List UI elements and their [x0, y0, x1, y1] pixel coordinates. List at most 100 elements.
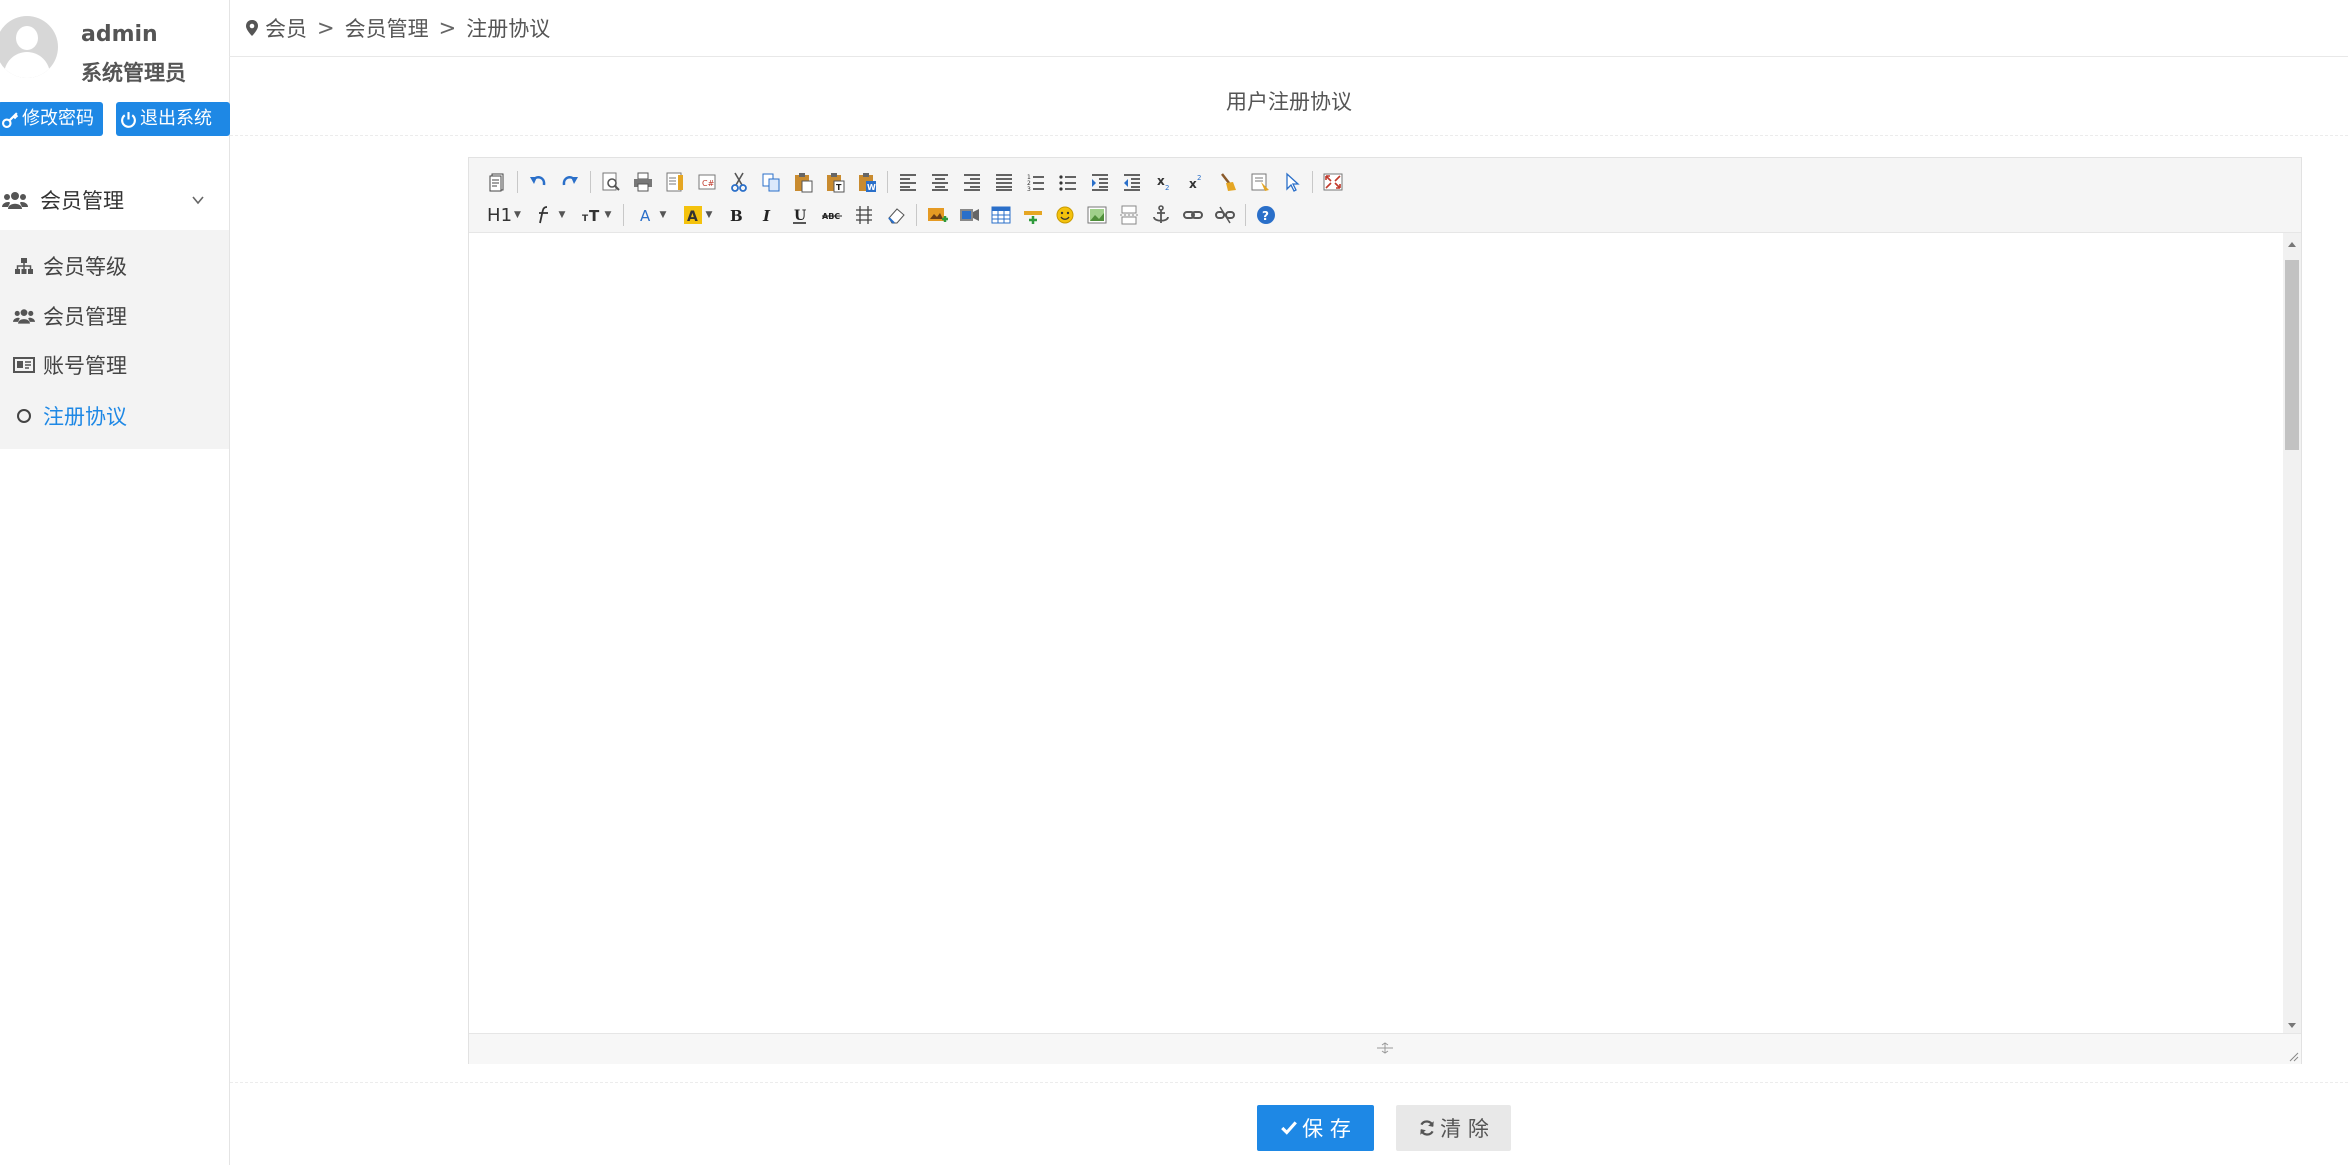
map-marker-icon: [246, 20, 258, 36]
divider: [230, 1082, 2348, 1083]
breadcrumb-item[interactable]: 会员: [265, 13, 307, 43]
paste-word-icon[interactable]: W: [851, 168, 883, 196]
svg-text:?: ?: [1262, 209, 1269, 223]
breadcrumb-separator: >: [317, 16, 335, 40]
unordered-list-icon[interactable]: [1052, 168, 1084, 196]
divider: [230, 135, 2348, 136]
submenu: 会员等级 会员管理 账号管理 注册协议: [0, 230, 229, 449]
caret-down-icon: ▼: [604, 210, 612, 220]
toolbar-separator: [1245, 204, 1246, 226]
fullscreen-icon[interactable]: [1317, 168, 1349, 196]
toolbar-separator: [517, 171, 518, 193]
insert-image-icon[interactable]: [921, 201, 953, 229]
superscript-icon[interactable]: x2: [1180, 168, 1212, 196]
link-icon[interactable]: [1177, 201, 1209, 229]
horizontal-rule-icon[interactable]: [1017, 201, 1049, 229]
print-icon[interactable]: [627, 168, 659, 196]
logout-button[interactable]: 退出系统: [116, 102, 230, 136]
menu-group-member-management[interactable]: 会员管理: [0, 172, 229, 228]
italic-icon[interactable]: I: [752, 201, 784, 229]
svg-text:x: x: [1157, 174, 1165, 188]
font-family-icon[interactable]: ▼: [527, 201, 573, 229]
resize-corner-icon[interactable]: [2287, 1050, 2299, 1062]
code-icon[interactable]: C#: [691, 168, 723, 196]
cut-icon[interactable]: [723, 168, 755, 196]
key-icon: [2, 111, 19, 128]
strikethrough-icon[interactable]: ABC: [816, 201, 848, 229]
svg-text:A: A: [640, 207, 651, 225]
sidebar-item-label: 账号管理: [43, 354, 127, 378]
emoticon-icon[interactable]: [1049, 201, 1081, 229]
power-icon: [121, 111, 136, 128]
breadcrumb-separator: >: [438, 16, 457, 40]
heading-dropdown[interactable]: H1 ▼: [481, 201, 527, 229]
toolbar-separator: [916, 204, 917, 226]
line-height-icon[interactable]: [848, 201, 880, 229]
users-icon: [2, 192, 28, 209]
avatar: [0, 16, 58, 78]
font-color-icon[interactable]: A ▼: [628, 201, 674, 229]
sitemap-icon: [13, 256, 35, 276]
scroll-down-icon[interactable]: [2287, 1020, 2297, 1030]
sidebar-item-account-management[interactable]: 账号管理: [0, 345, 229, 385]
eraser-icon[interactable]: [880, 201, 912, 229]
template-icon[interactable]: [659, 168, 691, 196]
breadcrumb-item[interactable]: 会员管理: [345, 13, 429, 43]
unlink-icon[interactable]: [1209, 201, 1241, 229]
select-all-icon[interactable]: [1244, 168, 1276, 196]
caret-down-icon: ▼: [705, 210, 713, 220]
svg-text:B: B: [730, 207, 743, 225]
help-icon[interactable]: ?: [1250, 201, 1282, 229]
sidebar-item-member-level[interactable]: 会员等级: [0, 246, 229, 286]
save-button[interactable]: 保 存: [1257, 1105, 1374, 1151]
redo-icon[interactable]: [554, 168, 586, 196]
sidebar: admin 系统管理员 修改密码 退出系统 会员管理 会员等级 会员管理 账号管…: [0, 0, 230, 1165]
subscript-icon[interactable]: x2: [1148, 168, 1180, 196]
source-icon[interactable]: [481, 168, 513, 196]
sidebar-item-member-management[interactable]: 会员管理: [0, 296, 229, 336]
paste-icon[interactable]: [787, 168, 819, 196]
clear-button[interactable]: 清 除: [1396, 1105, 1511, 1151]
editor-toolbar: C# T W 123 x2 x2 H1 ▼ ▼ T T ▼ A ▼ A ▼ B …: [469, 158, 2301, 233]
align-justify-icon[interactable]: [988, 168, 1020, 196]
editor-content-area[interactable]: [469, 233, 2282, 1033]
image-manager-icon[interactable]: [1081, 201, 1113, 229]
id-card-icon: [13, 355, 35, 375]
bold-icon[interactable]: B: [720, 201, 752, 229]
toolbar-separator: [590, 171, 591, 193]
breadcrumb-item-current: 注册协议: [466, 17, 551, 41]
table-icon[interactable]: [985, 201, 1017, 229]
copy-icon[interactable]: [755, 168, 787, 196]
scroll-up-icon[interactable]: [2287, 240, 2297, 250]
underline-icon[interactable]: U: [784, 201, 816, 229]
editor-statusbar: [469, 1033, 2301, 1064]
flash-icon[interactable]: [953, 201, 985, 229]
user-role: 系统管理员: [81, 61, 186, 85]
sidebar-item-registration-agreement[interactable]: 注册协议: [0, 396, 229, 436]
paste-text-icon[interactable]: T: [819, 168, 851, 196]
clear-format-icon[interactable]: [1212, 168, 1244, 196]
page-break-icon[interactable]: [1113, 201, 1145, 229]
outdent-icon[interactable]: [1116, 168, 1148, 196]
sidebar-item-label: 会员管理: [43, 305, 127, 329]
change-password-button[interactable]: 修改密码: [0, 102, 103, 136]
undo-icon[interactable]: [522, 168, 554, 196]
highlight-icon[interactable]: A ▼: [674, 201, 720, 229]
ordered-list-icon[interactable]: 123: [1020, 168, 1052, 196]
preview-icon[interactable]: [595, 168, 627, 196]
align-left-icon[interactable]: [892, 168, 924, 196]
align-right-icon[interactable]: [956, 168, 988, 196]
resize-grip-icon[interactable]: [1375, 1042, 1395, 1054]
font-size-icon[interactable]: T T ▼: [573, 201, 619, 229]
toolbar-row-2: H1 ▼ ▼ T T ▼ A ▼ A ▼ B I U ABC ?: [481, 200, 1282, 230]
refresh-icon: [1420, 1120, 1434, 1136]
cursor-icon[interactable]: [1276, 168, 1308, 196]
caret-down-icon: ▼: [659, 210, 667, 220]
user-panel: admin 系统管理员 修改密码 退出系统: [0, 0, 230, 145]
align-center-icon[interactable]: [924, 168, 956, 196]
chevron-down-icon: [192, 196, 204, 205]
anchor-icon[interactable]: [1145, 201, 1177, 229]
svg-text:T: T: [836, 183, 842, 192]
scrollbar-thumb[interactable]: [2285, 260, 2299, 450]
indent-icon[interactable]: [1084, 168, 1116, 196]
